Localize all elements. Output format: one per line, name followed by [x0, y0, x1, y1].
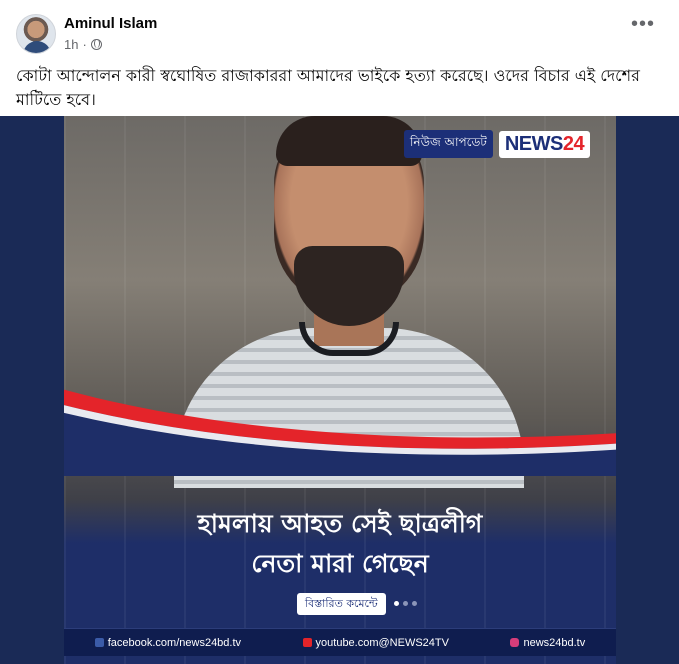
- news-update-badge: নিউজ আপডেট: [404, 130, 493, 158]
- red-wave-decoration: [64, 389, 616, 476]
- headline-line-1: হামলায় আহত সেই ছাত্রলীগ: [197, 509, 483, 538]
- post-text: কোটা আন্দোলন কারী স্বঘোষিত রাজাকাররা আমা…: [16, 66, 640, 109]
- social-footer: facebook.com/news24bd.tv youtube.com@NEW…: [64, 628, 616, 656]
- headline: হামলায় আহত সেই ছাত্রলীগ নেতা মারা গেছেন: [64, 504, 616, 584]
- post-header: Aminul Islam 1h · •••: [0, 0, 679, 60]
- news24-logo: নিউজ আপডেট NEWS24: [404, 128, 591, 160]
- globe-icon[interactable]: [90, 39, 102, 50]
- post-timestamp[interactable]: 1h: [64, 37, 78, 52]
- news-card: নিউজ আপডেট NEWS24 হামলায় আহত সেই ছাত্রল…: [64, 116, 616, 664]
- post-meta: 1h ·: [64, 37, 102, 52]
- facebook-link-text: facebook.com/news24bd.tv: [107, 636, 242, 649]
- facebook-icon: [94, 638, 104, 647]
- instagram-link-text: news24bd.tv: [523, 636, 586, 649]
- avatar[interactable]: [16, 14, 56, 54]
- more-options-icon[interactable]: •••: [631, 14, 655, 34]
- details-in-comments-button: বিস্তারিত কমেন্টে: [297, 593, 386, 615]
- logo-text: NEWS: [504, 132, 564, 155]
- youtube-link-text: youtube.com@NEWS24TV: [315, 636, 449, 649]
- pagination-dots: [394, 601, 417, 606]
- author-name[interactable]: Aminul Islam: [64, 15, 157, 32]
- headline-line-2: নেতা মারা গেছেন: [251, 549, 429, 578]
- logo-accent: 24: [562, 132, 585, 155]
- post-image[interactable]: নিউজ আপডেট NEWS24 হামলায় আহত সেই ছাত্রল…: [0, 116, 679, 664]
- instagram-icon: [510, 638, 520, 647]
- youtube-icon: [302, 638, 312, 647]
